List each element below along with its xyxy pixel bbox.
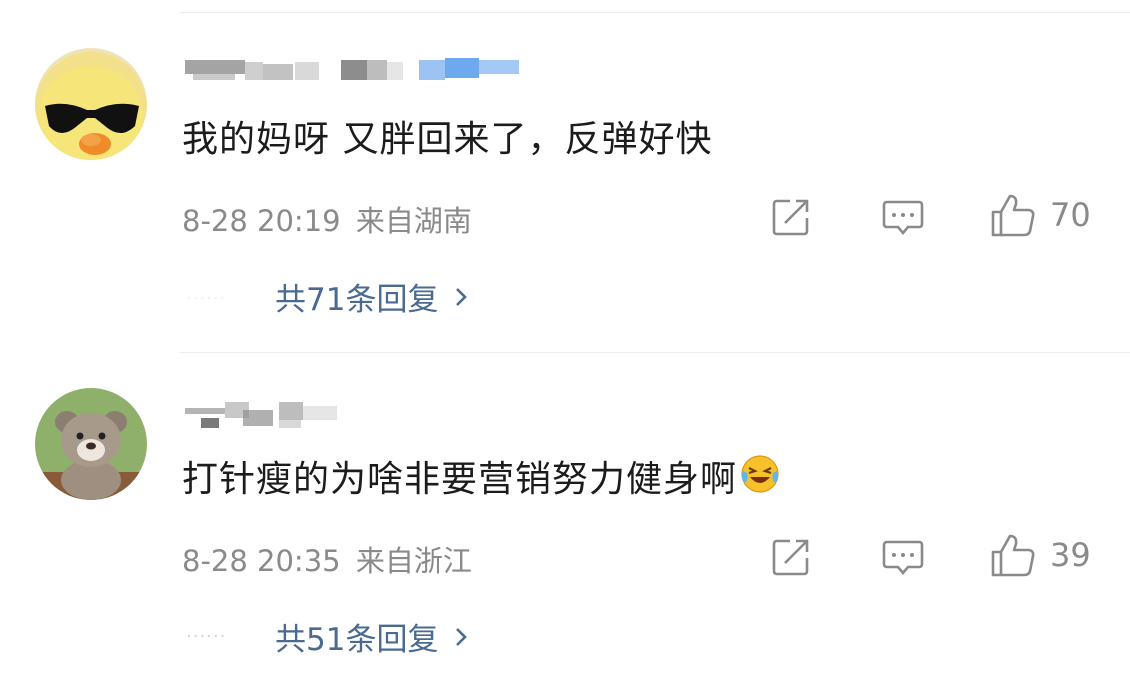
username[interactable] <box>183 50 543 80</box>
share-button[interactable] <box>770 196 812 238</box>
thumbs-up-icon <box>991 194 1035 237</box>
avatar[interactable] <box>35 388 147 500</box>
comment-meta: 8-28 20:35 来自浙江 <box>182 538 472 580</box>
view-replies-link[interactable]: 共71条回复 <box>275 274 468 319</box>
thumbs-up-icon <box>991 534 1035 577</box>
like-button[interactable]: 70 <box>990 192 1091 238</box>
comment-button[interactable] <box>882 538 924 578</box>
laughing-crying-emoji-icon <box>741 455 779 493</box>
comment-item: 我的妈呀 又胖回来了，反弹好快 8-28 20:19 来自湖南 70 ·····… <box>0 0 1130 330</box>
comment-icon <box>882 540 924 576</box>
avatar[interactable] <box>35 48 147 160</box>
like-count: 70 <box>1050 196 1091 234</box>
comment-location: 来自湖南 <box>355 204 472 238</box>
chevron-right-icon <box>456 287 468 306</box>
comment-text: 我的妈呀 又胖回来了，反弹好快 <box>182 119 713 160</box>
replies-label: 共71条回复 <box>275 282 439 318</box>
username[interactable] <box>183 398 543 428</box>
like-button[interactable]: 39 <box>990 532 1091 578</box>
comment-text-content: 打针瘦的为啥非要营销努力健身啊 <box>182 459 738 500</box>
bear-avatar-icon <box>35 388 147 500</box>
comment-icon <box>882 200 924 236</box>
comment-text: 打针瘦的为啥非要营销努力健身啊 <box>182 450 781 502</box>
share-icon <box>772 539 809 576</box>
like-count: 39 <box>1050 536 1091 574</box>
view-replies-link[interactable]: 共51条回复 <box>275 614 468 659</box>
comment-item: 打针瘦的为啥非要营销努力健身啊 8-28 20:35 来自浙江 39 ·····… <box>0 340 1130 670</box>
comment-location: 来自浙江 <box>355 544 472 578</box>
reply-dots: ······ <box>186 626 227 647</box>
comment-meta: 8-28 20:19 来自湖南 <box>182 198 472 240</box>
share-button[interactable] <box>770 536 812 578</box>
chevron-right-icon <box>456 627 468 646</box>
comment-time: 8-28 20:19 <box>182 204 341 238</box>
reply-dots: ······ <box>186 288 227 309</box>
comment-list: 我的妈呀 又胖回来了，反弹好快 8-28 20:19 来自湖南 70 ·····… <box>0 0 1130 691</box>
comment-time: 8-28 20:35 <box>182 544 341 578</box>
replies-label: 共51条回复 <box>275 622 439 658</box>
duck-avatar-icon <box>35 48 147 160</box>
comment-button[interactable] <box>882 198 924 238</box>
share-icon <box>772 199 809 236</box>
